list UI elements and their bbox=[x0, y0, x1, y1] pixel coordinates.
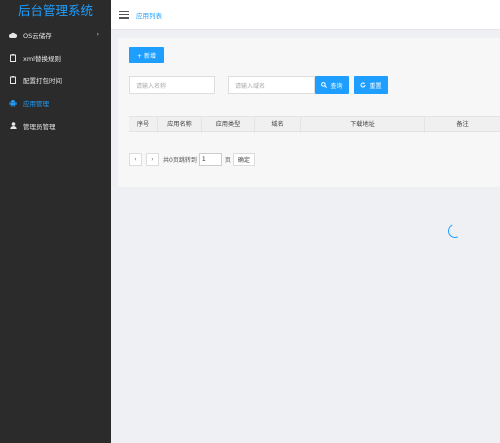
column-header-download-url[interactable]: 下载地址 bbox=[300, 117, 424, 133]
column-header-domain[interactable]: 域名 bbox=[254, 117, 300, 133]
loading-spinner-icon bbox=[446, 222, 464, 240]
column-header-app-type[interactable]: 应用类型 bbox=[201, 117, 254, 133]
menu-toggle-icon[interactable] bbox=[119, 10, 129, 19]
clipboard-icon bbox=[9, 76, 17, 85]
sidebar: 后台管理系统 OS云储存 › xml替换规则 配置打包时间 应用管理 管理员管理 bbox=[0, 0, 111, 443]
top-header: 应用列表 bbox=[111, 0, 500, 30]
pagination: ‹ › 共0页跳转到 1 页 确定 bbox=[129, 152, 255, 166]
sidebar-item-app-management[interactable]: 应用管理 bbox=[0, 92, 111, 115]
table-header: 序号 应用名称 应用类型 域名 下载地址 备注 bbox=[129, 116, 500, 133]
sidebar-menu: OS云储存 › xml替换规则 配置打包时间 应用管理 管理员管理 bbox=[0, 24, 111, 137]
sidebar-item-xml-rules[interactable]: xml替换规则 bbox=[0, 47, 111, 70]
page-number-input[interactable]: 1 bbox=[198, 152, 222, 166]
add-button[interactable]: + 新增 bbox=[129, 47, 164, 63]
search-button-label: 查询 bbox=[330, 82, 343, 90]
sidebar-item-label: 配置打包时间 bbox=[23, 77, 62, 86]
sidebar-item-pack-time[interactable]: 配置打包时间 bbox=[0, 69, 111, 92]
chevron-right-icon: › bbox=[96, 31, 99, 38]
refresh-icon bbox=[360, 82, 366, 88]
sidebar-item-os-cloud[interactable]: OS云储存 › bbox=[0, 24, 111, 47]
prev-page-button[interactable]: ‹ bbox=[129, 152, 142, 166]
domain-search-input[interactable]: 请输入域名 bbox=[228, 76, 315, 94]
pager-unit-text: 页 bbox=[224, 156, 231, 164]
brand-title: 后台管理系统 bbox=[17, 3, 93, 18]
next-page-button[interactable]: › bbox=[146, 152, 159, 166]
breadcrumb[interactable]: 应用列表 bbox=[136, 10, 162, 20]
sidebar-item-admin-management[interactable]: 管理员管理 bbox=[0, 114, 111, 137]
sidebar-item-label: xml替换规则 bbox=[23, 54, 61, 63]
column-header-index[interactable]: 序号 bbox=[129, 117, 157, 133]
column-header-remark[interactable]: 备注 bbox=[424, 117, 500, 133]
sidebar-item-label: OS云储存 bbox=[23, 32, 52, 41]
clipboard-icon bbox=[9, 53, 17, 62]
android-icon bbox=[9, 99, 17, 107]
search-button[interactable]: 查询 bbox=[315, 76, 349, 94]
name-search-input[interactable]: 请输入名称 bbox=[129, 76, 215, 94]
search-icon bbox=[321, 82, 328, 88]
column-header-app-name[interactable]: 应用名称 bbox=[157, 117, 201, 133]
reset-button-label: 重置 bbox=[369, 82, 382, 90]
cloud-icon bbox=[9, 31, 17, 39]
pager-total-text: 共0页跳转到 bbox=[163, 156, 197, 164]
sidebar-item-label: 应用管理 bbox=[23, 100, 49, 109]
app-list-card: + 新增 请输入名称 请输入域名 查询 重置 序号 应用名称 应用类型 域名 下… bbox=[118, 38, 500, 187]
go-page-button[interactable]: 确定 bbox=[232, 152, 255, 166]
user-icon bbox=[9, 122, 17, 130]
sidebar-item-label: 管理员管理 bbox=[23, 122, 56, 131]
reset-button[interactable]: 重置 bbox=[354, 76, 388, 94]
